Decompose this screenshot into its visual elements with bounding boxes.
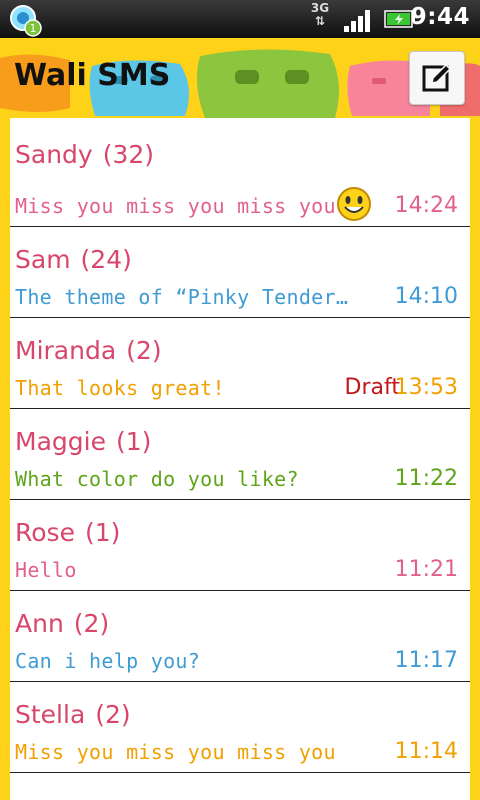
data-arrows-icon: ⇅ [314,14,326,28]
app-title: Wali SMS [14,58,171,93]
message-time: 11:17 [394,648,458,673]
message-snippet: The theme of “Pinky Tender… [15,285,349,309]
message-snippet: Miss you miss you miss you [15,194,336,218]
conversation-row[interactable]: Sandy (32) Miss you miss you miss you 14:… [10,118,470,227]
message-count: (24) [80,245,132,274]
app-header: Wali SMS [0,38,480,118]
contact-name: Stella (2) [15,700,131,729]
message-count: (32) [102,140,155,169]
contact-name: Sam (24) [15,245,132,274]
notification-count: 1 [30,22,37,35]
contact-name: Maggie (1) [15,427,152,456]
message-time: 14:10 [394,284,458,309]
message-snippet: Miss you miss you miss you [15,740,336,764]
smiley-emoji-icon [337,187,371,221]
message-count: (2) [95,700,131,729]
message-time: 14:24 [394,193,458,218]
conversation-row[interactable]: Sam (24) The theme of “Pinky Tender… 14:1… [10,227,470,318]
draft-label: Draft [344,375,400,400]
status-time: 9:44 [410,4,470,30]
message-count: (2) [126,336,162,365]
message-snippet: Can i help you? [15,649,201,673]
contact-name: Sandy (32) [15,140,155,169]
message-time: 11:14 [394,739,458,764]
conversation-row[interactable]: Ann (2) Can i help you? 11:17 [10,591,470,682]
conversation-row[interactable]: Miranda (2) That looks great! Draft 13:53 [10,318,470,409]
contact-name: Miranda (2) [15,336,162,365]
contact-name: Rose (1) [15,518,121,547]
message-time: 13:53 [394,375,458,400]
message-snippet: Hello [15,558,77,582]
message-time: 11:21 [394,557,458,582]
status-bar: 1 3G ⇅ 9:44 [0,0,480,38]
conversation-row[interactable]: Rose (1) Hello 11:21 [10,500,470,591]
conversation-list[interactable]: Sandy (32) Miss you miss you miss you 14:… [10,118,470,800]
network-type: 3G [310,1,330,15]
message-time: 11:22 [394,466,458,491]
message-count: (2) [73,609,110,638]
conversation-row[interactable]: Stella (2) Miss you miss you miss you 11:… [10,682,470,773]
message-count: (1) [84,518,121,547]
compose-button[interactable] [409,51,465,105]
contact-name: Ann (2) [15,609,110,638]
signal-icon [344,10,370,32]
app-notification-icon[interactable]: 1 [8,3,42,37]
message-count: (1) [115,427,152,456]
compose-icon [422,63,452,92]
network-indicator: 3G ⇅ [308,2,332,36]
message-snippet: That looks great! [15,376,225,400]
conversation-row[interactable]: Maggie (1) What color do you like? 11:22 [10,409,470,500]
message-snippet: What color do you like? [15,467,299,491]
